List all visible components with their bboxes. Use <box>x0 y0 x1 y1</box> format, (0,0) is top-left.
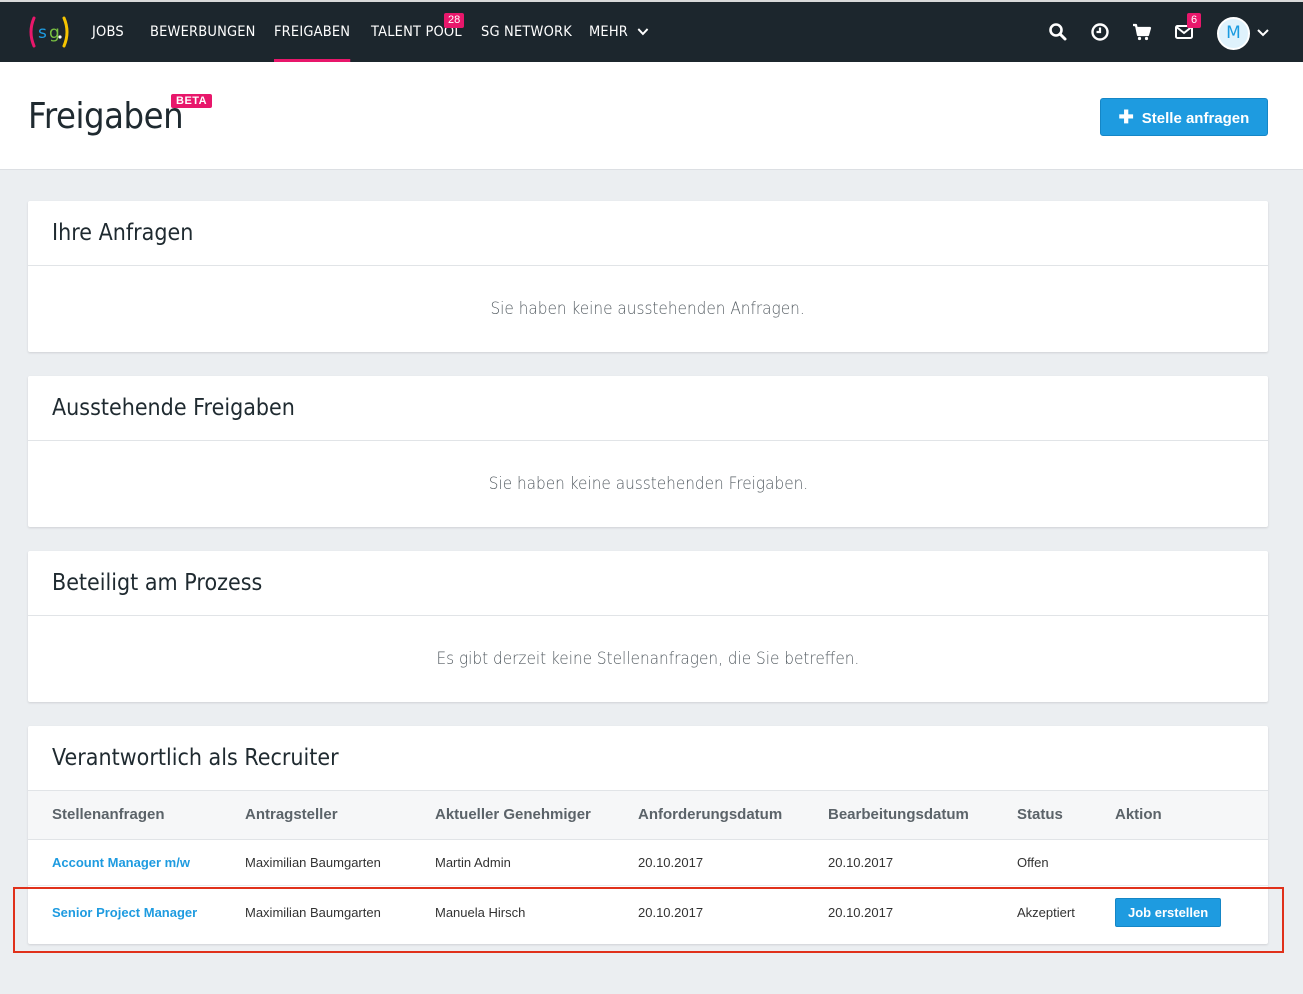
table-row: Account Manager m/w Maximilian Baumgarte… <box>28 839 1268 886</box>
top-navbar: s g JOBS BEWERBUNGEN FREIGABEN TALENT PO… <box>0 0 1303 62</box>
empty-message-text: Sie haben keine ausstehenden Freigaben. <box>488 474 808 494</box>
request-position-button[interactable]: ✚ Stelle anfragen <box>1100 98 1268 136</box>
section-title: Ausstehende Freigaben <box>28 376 1268 441</box>
column-header[interactable]: Anforderungsdatum <box>638 791 828 840</box>
section-verantwortlich-als-recruiter: Verantwortlich als Recruiter Stellenanfr… <box>28 726 1268 944</box>
column-header[interactable]: Antragsteller <box>245 791 435 840</box>
approver-cell: Manuela Hirsch <box>435 904 526 920</box>
svg-text:g: g <box>49 23 60 43</box>
nav-freigaben[interactable]: FREIGABEN <box>274 2 351 62</box>
empty-message-text: Sie haben keine ausstehenden Anfragen. <box>490 299 806 319</box>
create-job-button[interactable]: Job erstellen <box>1115 897 1222 927</box>
request-date-cell: 20.10.2017 <box>638 839 828 886</box>
plus-icon: ✚ <box>1118 107 1134 127</box>
recruiter-table: Stellenanfragen Antragsteller Aktueller … <box>28 791 1268 939</box>
applicant-cell: Maximilian Baumgarten <box>245 904 381 920</box>
clock-icon[interactable] <box>1090 22 1110 42</box>
job-request-link[interactable]: Senior Project Manager <box>52 905 197 920</box>
beta-badge: BETA <box>171 94 213 108</box>
empty-message: Sie haben keine ausstehenden Freigaben. <box>28 441 1268 527</box>
section-title-text: Ihre Anfragen <box>52 220 194 246</box>
chevron-down-icon[interactable] <box>1256 28 1270 38</box>
section-ihre-anfragen: Ihre Anfragen Sie haben keine ausstehend… <box>28 201 1268 352</box>
nav-talent-pool[interactable]: TALENT POOL <box>371 2 462 62</box>
page-title: Freigaben <box>28 96 184 137</box>
nav-mehr[interactable]: MEHR <box>589 2 649 62</box>
empty-message: Sie haben keine ausstehenden Anfragen. <box>28 266 1268 352</box>
section-ausstehende-freigaben: Ausstehende Freigaben Sie haben keine au… <box>28 376 1268 527</box>
job-request-link[interactable]: Account Manager m/w <box>52 855 190 870</box>
applicant-cell: Maximilian Baumgarten <box>245 839 435 886</box>
section-title-text: Verantwortlich als Recruiter <box>52 745 339 771</box>
nav-sg-network[interactable]: SG NETWORK <box>481 2 572 62</box>
sg-logo[interactable]: s g <box>28 14 70 50</box>
section-title: Beteiligt am Prozess <box>28 551 1268 616</box>
cart-icon[interactable] <box>1132 22 1152 42</box>
column-header[interactable]: Aktueller Genehmiger <box>435 791 638 840</box>
nav-jobs[interactable]: JOBS <box>92 2 124 62</box>
section-title: Ihre Anfragen <box>28 201 1268 266</box>
table-row: Senior Project Manager Maximilian Baumga… <box>28 885 1268 939</box>
search-icon[interactable] <box>1048 22 1068 42</box>
nav-bewerbungen[interactable]: BEWERBUNGEN <box>150 2 256 62</box>
talent-pool-count-badge: 28 <box>444 13 465 28</box>
svg-text:s: s <box>38 23 47 43</box>
processing-date-cell: 20.10.2017 <box>828 904 894 920</box>
section-title-text: Beteiligt am Prozess <box>52 570 263 596</box>
section-beteiligt-am-prozess: Beteiligt am Prozess Es gibt derzeit kei… <box>28 551 1268 702</box>
section-title-text: Ausstehende Freigaben <box>52 395 295 421</box>
nav-mehr-label: MEHR <box>589 24 629 40</box>
status-cell: Akzeptiert <box>1017 904 1075 920</box>
messages-count-badge: 6 <box>1187 13 1202 28</box>
column-header: Aktion <box>1115 791 1268 840</box>
request-position-label: Stelle anfragen <box>1141 110 1250 127</box>
empty-message: Es gibt derzeit keine Stellenanfragen, d… <box>28 616 1268 702</box>
action-cell <box>1115 839 1268 886</box>
empty-message-text: Es gibt derzeit keine Stellenanfragen, d… <box>436 649 860 669</box>
column-header[interactable]: Status <box>1017 791 1115 840</box>
table-header-row: Stellenanfragen Antragsteller Aktueller … <box>28 791 1268 840</box>
column-header[interactable]: Bearbeitungsdatum <box>828 791 1017 840</box>
approver-cell: Martin Admin <box>435 839 638 886</box>
request-date-cell: 20.10.2017 <box>638 904 704 920</box>
section-title: Verantwortlich als Recruiter <box>28 726 1268 791</box>
chevron-down-icon <box>637 28 648 36</box>
processing-date-cell: 20.10.2017 <box>828 839 1017 886</box>
action-cell: Job erstellen <box>1115 885 1268 939</box>
column-header[interactable]: Stellenanfragen <box>28 791 245 840</box>
avatar[interactable]: M <box>1217 17 1250 50</box>
status-cell: Offen <box>1017 839 1115 886</box>
